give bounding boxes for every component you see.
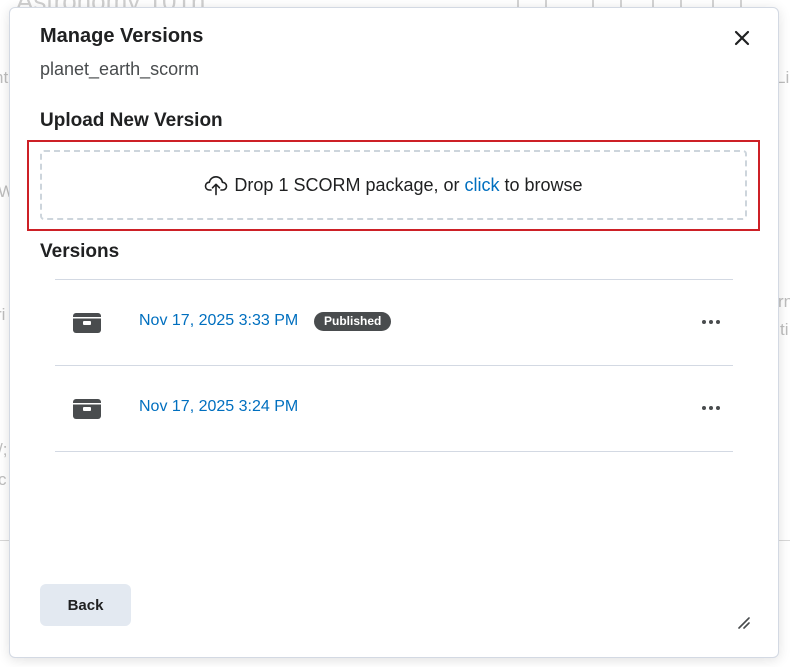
dialog-title: Manage Versions <box>40 25 204 47</box>
background-divider <box>0 540 9 541</box>
dropzone-text-after: to browse <box>499 174 583 195</box>
browse-link[interactable]: click <box>465 175 500 195</box>
version-date-link[interactable]: Nov 17, 2025 3:33 PM <box>139 312 298 330</box>
versions-list: Nov 17, 2025 3:33 PM Published Nov 17, 2… <box>55 279 733 452</box>
version-date-link[interactable]: Nov 17, 2025 3:24 PM <box>139 398 298 416</box>
upload-heading: Upload New Version <box>40 110 223 131</box>
resize-handle-icon[interactable] <box>736 615 750 629</box>
more-options-icon <box>702 406 706 410</box>
background-fragment: nt <box>0 68 9 87</box>
cloud-upload-icon <box>204 174 228 196</box>
published-badge: Published <box>314 312 392 331</box>
background-fragment: /; <box>0 440 8 459</box>
dialog-subtitle: planet_earth_scorm <box>40 59 200 79</box>
background-divider <box>778 540 790 541</box>
manage-versions-dialog: Manage Versions planet_earth_scorm Uploa… <box>9 7 779 658</box>
dropzone-text-before: Drop 1 SCORM package, or <box>234 174 465 195</box>
background-fragment: ri <box>0 305 6 324</box>
upload-dropzone[interactable]: Drop 1 SCORM package, or click to browse <box>40 150 747 220</box>
more-options-button[interactable] <box>699 313 723 331</box>
more-options-button[interactable] <box>699 399 723 417</box>
background-fragment: rn <box>778 292 790 311</box>
version-row: Nov 17, 2025 3:24 PM <box>55 365 733 452</box>
version-row: Nov 17, 2025 3:33 PM Published <box>55 279 733 365</box>
package-icon <box>72 398 102 420</box>
background-fragment: c <box>0 470 7 489</box>
background-fragment: ti <box>780 320 789 339</box>
back-button[interactable]: Back <box>40 584 131 626</box>
versions-heading: Versions <box>40 241 120 262</box>
dropzone-text: Drop 1 SCORM package, or click to browse <box>234 175 582 196</box>
package-icon <box>72 312 102 334</box>
close-button[interactable] <box>728 24 756 52</box>
more-options-icon <box>702 320 706 324</box>
close-icon <box>734 30 750 46</box>
